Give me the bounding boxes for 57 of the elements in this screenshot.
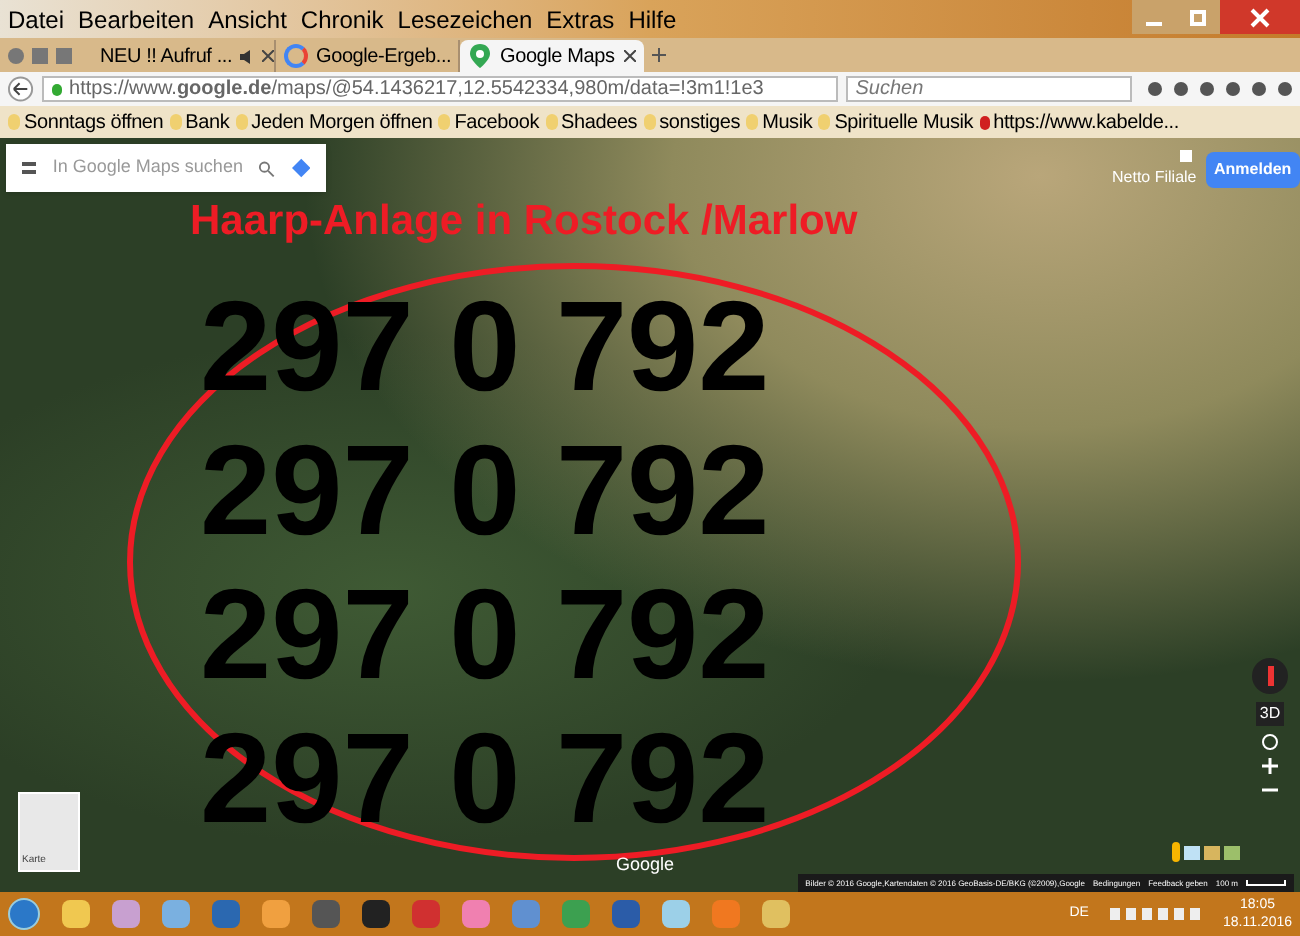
bookmark-item[interactable]: Spirituelle Musik <box>818 107 974 137</box>
folder-icon <box>438 114 451 130</box>
bookmark-item[interactable]: Sonntags öffnen <box>8 107 164 137</box>
browser-tab[interactable]: Google Maps <box>460 40 644 72</box>
menu-icon[interactable] <box>22 162 37 174</box>
search-icon[interactable] <box>258 159 276 177</box>
folder-icon <box>818 114 831 130</box>
maximize-button[interactable] <box>1176 0 1220 34</box>
bookmark-item[interactable]: https://www.kabelde... <box>979 107 1179 137</box>
zoom-in-button[interactable] <box>1262 758 1278 774</box>
folder-icon <box>643 114 656 130</box>
taskbar-app-icon[interactable] <box>312 900 340 928</box>
menu-item[interactable]: Datei <box>8 1 65 37</box>
search-field[interactable]: Suchen <box>845 76 1132 102</box>
new-tab-icon[interactable] <box>652 48 666 62</box>
drop-icon <box>979 115 990 129</box>
tilt-button[interactable]: 3D <box>1255 702 1285 726</box>
person-icon[interactable] <box>1172 842 1180 862</box>
folder-icon <box>235 114 248 130</box>
back-button[interactable] <box>8 76 34 102</box>
minimize-button[interactable] <box>1132 0 1176 34</box>
folder-icon <box>8 114 20 130</box>
sign-in-button[interactable]: Anmelden <box>1206 152 1300 188</box>
map-pin-icon <box>468 44 492 68</box>
bookmark-item[interactable]: Musik <box>746 107 813 137</box>
directions-icon[interactable] <box>291 158 310 178</box>
place-label: Netto Filiale <box>1112 166 1197 190</box>
folder-icon <box>545 114 558 130</box>
menu-item[interactable]: Bearbeiten <box>78 1 195 37</box>
scale-bar <box>1246 880 1286 886</box>
menu-item[interactable]: Extras <box>546 1 615 37</box>
bookmark-item[interactable]: Facebook <box>438 107 540 137</box>
overlay-number: 297 0 792 <box>200 418 770 562</box>
bookmark-item[interactable]: Bank <box>169 107 230 137</box>
menu-item[interactable]: Chronik <box>300 1 384 37</box>
location-icon[interactable] <box>1262 734 1278 750</box>
bookmark-item[interactable]: Jeden Morgen öffnen <box>235 107 433 137</box>
url-field[interactable]: https://www.google.de/maps/@54.1436217,12.5542334,980m/data=!3m1!1e3 <box>41 76 838 102</box>
menu-item[interactable]: Ansicht <box>208 1 287 37</box>
google-logo: Google <box>616 854 675 874</box>
speaker-icon[interactable] <box>240 49 255 63</box>
folder-icon <box>169 114 182 130</box>
menu-item[interactable]: Hilfe <box>628 1 677 37</box>
overlay-title: Haarp-Anlage in Rostock /Marlow <box>190 196 858 248</box>
taskbar-app-icon[interactable] <box>662 900 690 928</box>
taskbar-app-icon[interactable] <box>362 900 390 928</box>
start-button[interactable] <box>8 898 40 930</box>
taskbar-app-icon[interactable] <box>762 900 790 928</box>
folder-icon <box>746 114 759 130</box>
close-tab-icon[interactable] <box>262 50 275 62</box>
close-icon[interactable] <box>1220 0 1300 34</box>
close-tab-icon[interactable] <box>624 50 636 62</box>
bookmark-item[interactable]: Shadees <box>545 107 638 137</box>
overlay-number: 297 0 792 <box>200 562 770 706</box>
taskbar-app-icon[interactable] <box>62 900 90 928</box>
menu-item[interactable]: Lesezeichen <box>397 1 533 37</box>
bookmark-item[interactable]: sonstiges <box>643 107 741 137</box>
